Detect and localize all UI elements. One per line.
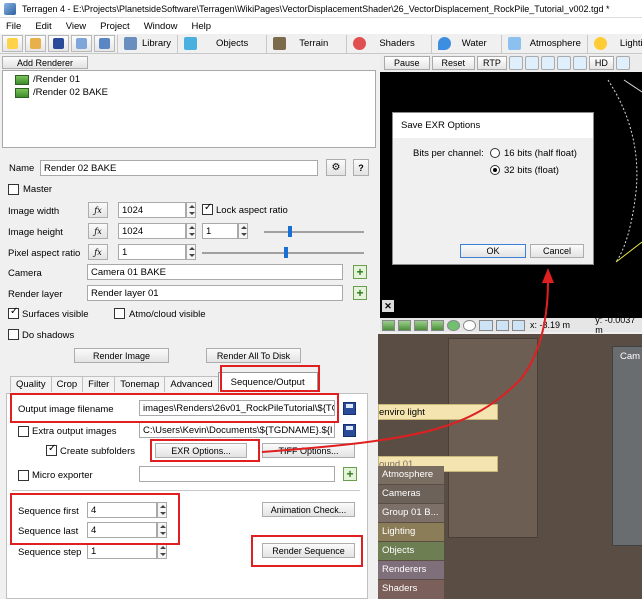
annotation-arrow: [261, 268, 554, 453]
arrow-head: [542, 268, 554, 283]
arrow-line: [261, 279, 549, 453]
